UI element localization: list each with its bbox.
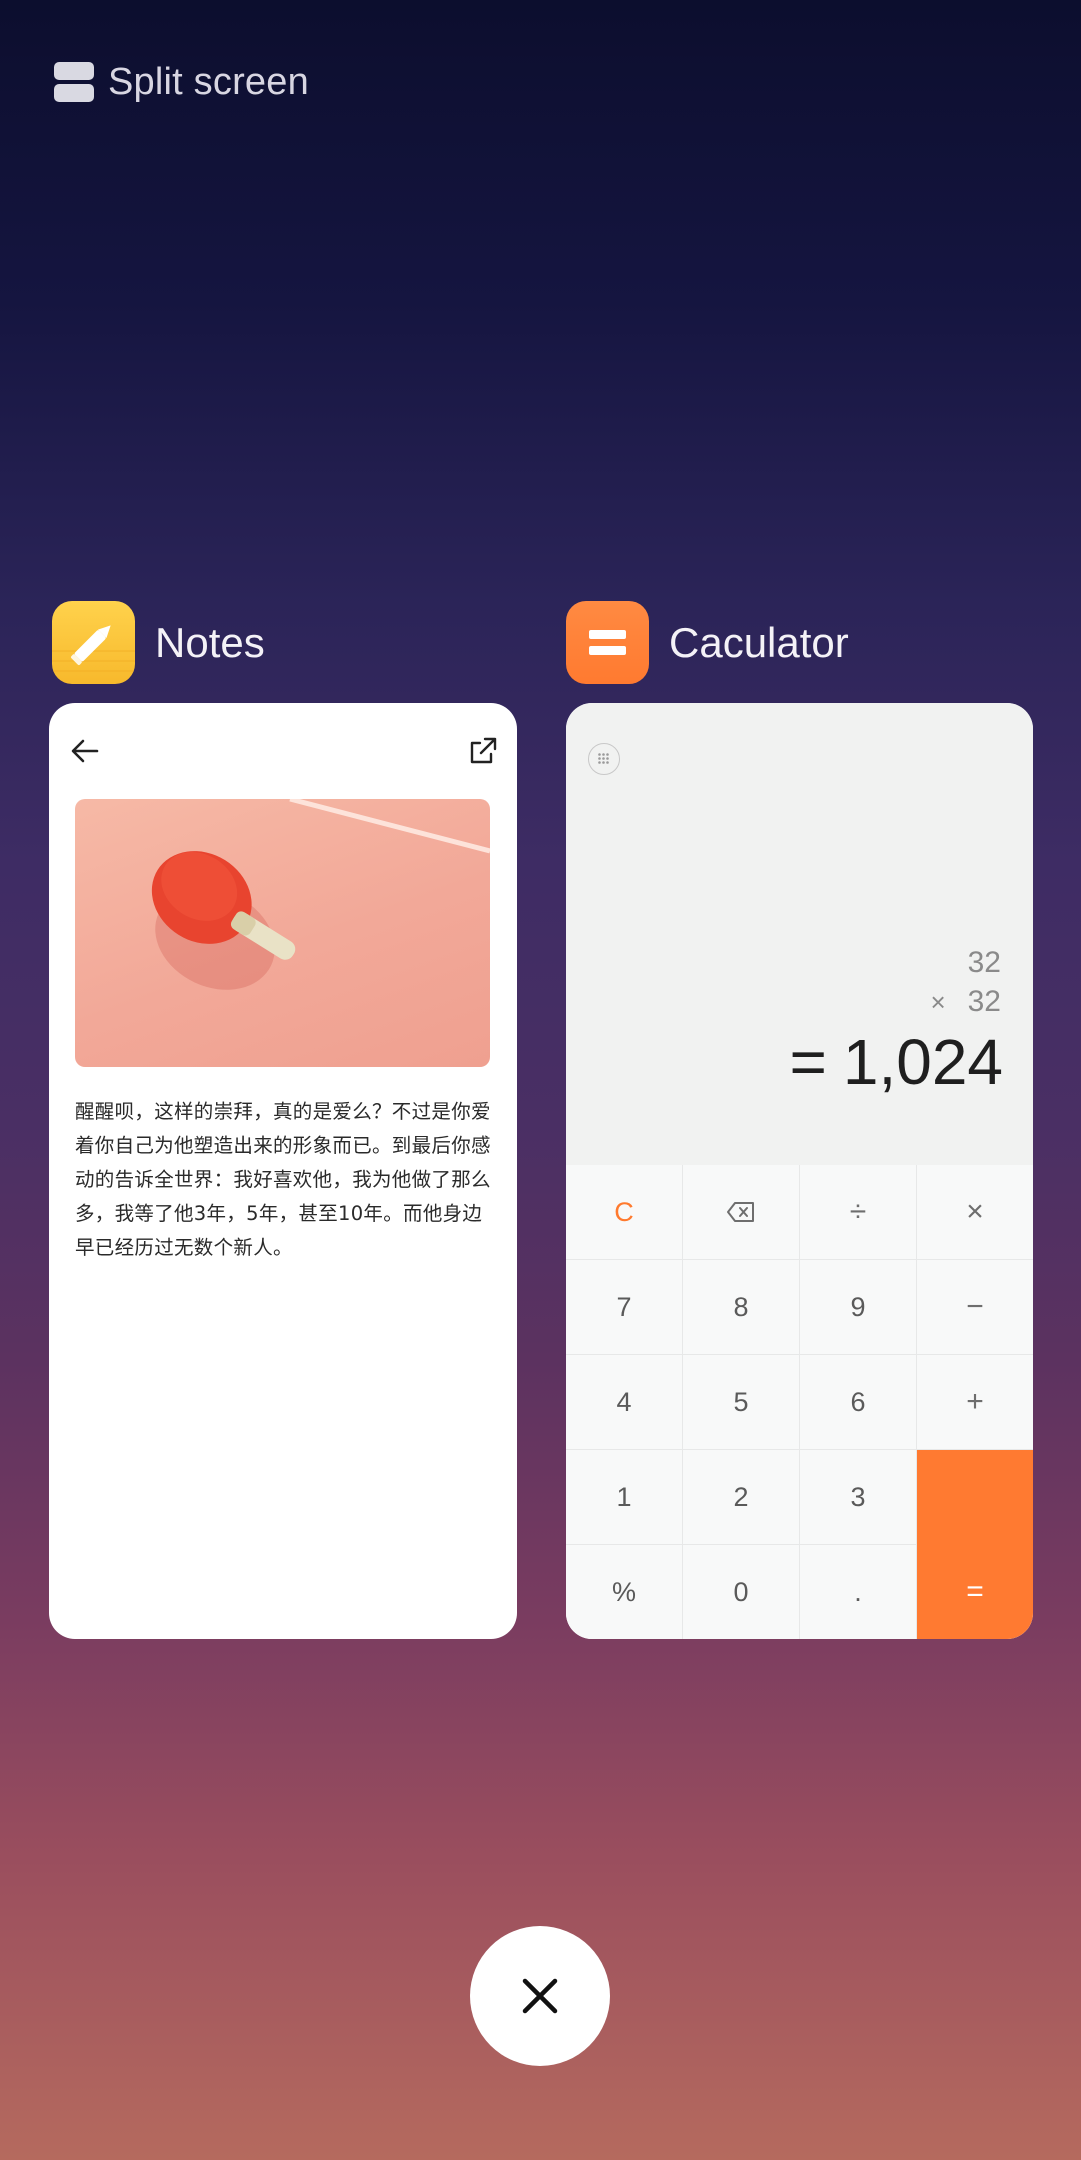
- close-icon: [522, 1978, 558, 2014]
- expression-line-2: × 32: [930, 985, 1001, 1019]
- back-arrow-icon[interactable]: [67, 733, 103, 769]
- plus-key[interactable]: +: [917, 1355, 1033, 1449]
- notes-app-name: Notes: [155, 618, 265, 666]
- backspace-key[interactable]: [683, 1165, 799, 1259]
- digit-2-key[interactable]: 2: [683, 1450, 799, 1544]
- expression-operand-2: 32: [967, 985, 1001, 1018]
- multiply-key[interactable]: ×: [917, 1165, 1033, 1259]
- split-screen-icon: [54, 62, 94, 102]
- note-body-text: 醒醒呗，这样的崇拜，真的是爱么？不过是你爱着你自己为他塑造出来的形象而已。到最后…: [75, 1100, 491, 1259]
- close-button[interactable]: [470, 1926, 610, 2066]
- clear-key[interactable]: C: [566, 1165, 682, 1259]
- digit-3-key[interactable]: 3: [800, 1450, 916, 1544]
- divide-key[interactable]: ÷: [800, 1165, 916, 1259]
- calculator-display: 32 × 32 = 1,024: [566, 703, 1033, 1165]
- expression-operand-1: 32: [967, 946, 1001, 979]
- ping-pong-paddle-photo: [75, 799, 490, 1067]
- calculator-keypad: C ÷ × 7 8 9 − 4 5 6 + 1 2 3 = % 0 .: [566, 1165, 1033, 1639]
- notes-app-icon[interactable]: [52, 601, 135, 684]
- digit-9-key[interactable]: 9: [800, 1260, 916, 1354]
- split-screen-label: Split screen: [108, 60, 309, 103]
- calculator-app-name: Caculator: [669, 618, 849, 666]
- digit-1-key[interactable]: 1: [566, 1450, 682, 1544]
- percent-key[interactable]: %: [566, 1545, 682, 1639]
- minus-key[interactable]: −: [917, 1260, 1033, 1354]
- digit-7-key[interactable]: 7: [566, 1260, 682, 1354]
- digit-8-key[interactable]: 8: [683, 1260, 799, 1354]
- split-screen-button[interactable]: Split screen: [54, 60, 309, 104]
- calculation-result: = 1,024: [789, 1025, 1003, 1099]
- digit-4-key[interactable]: 4: [566, 1355, 682, 1449]
- digit-5-key[interactable]: 5: [683, 1355, 799, 1449]
- equals-key[interactable]: =: [917, 1450, 1033, 1639]
- decimal-key[interactable]: .: [800, 1545, 916, 1639]
- notes-toolbar: [49, 733, 517, 769]
- dots-grid-icon[interactable]: [588, 743, 620, 775]
- expression-operator: ×: [930, 987, 946, 1017]
- result-value: 1,024: [842, 1026, 1003, 1098]
- notes-app-header[interactable]: Notes: [52, 601, 265, 684]
- equals-icon[interactable]: [566, 601, 649, 684]
- calculator-app-preview[interactable]: 32 × 32 = 1,024 C ÷ × 7 8 9 − 4 5 6 + 1 2 …: [566, 703, 1033, 1639]
- digit-6-key[interactable]: 6: [800, 1355, 916, 1449]
- digit-0-key[interactable]: 0: [683, 1545, 799, 1639]
- result-sign: =: [789, 1026, 827, 1098]
- pencil-icon: [52, 625, 135, 672]
- notes-app-preview[interactable]: 醒醒呗，这样的崇拜，真的是爱么？不过是你爱着你自己为他塑造出来的形象而已。到最后…: [49, 703, 517, 1639]
- share-icon[interactable]: [465, 733, 501, 769]
- backspace-icon: [727, 1202, 754, 1222]
- calculator-app-header[interactable]: Caculator: [566, 601, 849, 684]
